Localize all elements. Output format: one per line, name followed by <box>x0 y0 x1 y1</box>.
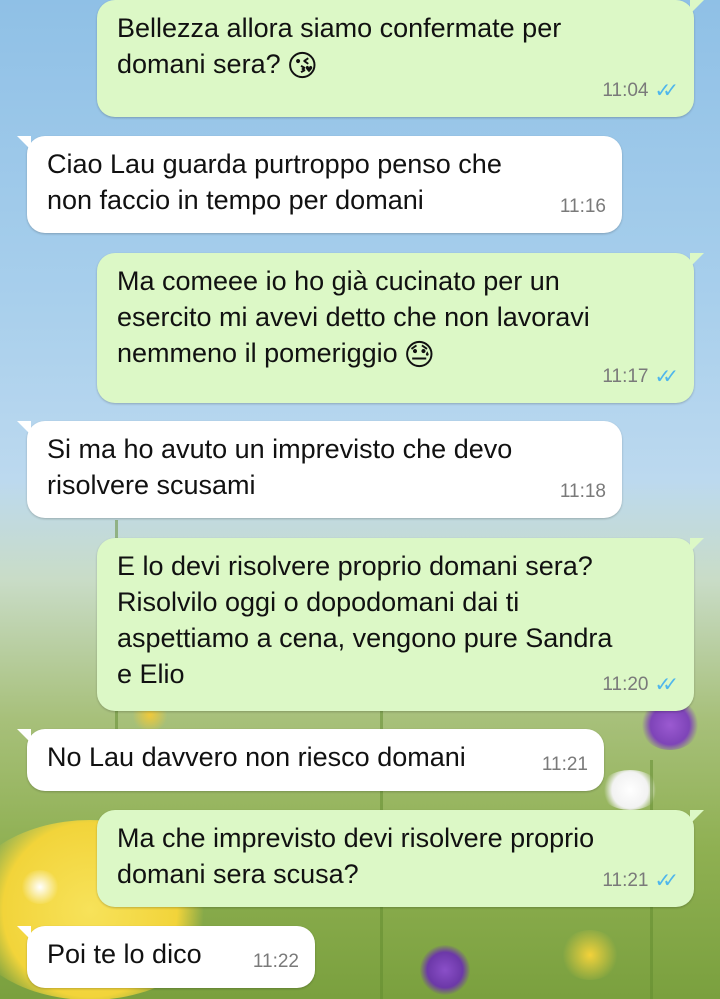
message-text: Ciao Lau guarda purtroppo penso che non … <box>47 149 502 215</box>
message-incoming[interactable]: Poi te lo dico 11:22 <box>17 926 315 988</box>
message-meta: 11:22 <box>253 944 299 980</box>
message-time: 11:18 <box>559 481 606 502</box>
message-time: 11:21 <box>541 754 588 775</box>
message-text: Bellezza allora siamo confermate per dom… <box>117 13 562 79</box>
message-outgoing[interactable]: E lo devi risolvere proprio domani sera?… <box>97 538 704 711</box>
double-check-icon: ✓✓ <box>654 80 678 102</box>
message-text: Si ma ho avuto un imprevisto che devo ri… <box>47 434 513 500</box>
message-text: No Lau davvero non riesco domani <box>47 742 466 772</box>
message-outgoing[interactable]: Bellezza allora siamo confermate per dom… <box>97 0 704 117</box>
message-meta: 11:20 ✓✓ <box>602 667 678 703</box>
message-incoming[interactable]: Ciao Lau guarda purtroppo penso che non … <box>17 136 622 233</box>
double-check-icon: ✓✓ <box>654 366 678 388</box>
message-time: 11:04 <box>602 80 649 101</box>
message-meta: 11:17 ✓✓ <box>602 359 678 395</box>
message-meta: 11:21 ✓✓ <box>602 863 678 899</box>
double-check-icon: ✓✓ <box>654 870 678 892</box>
message-outgoing[interactable]: Ma comeee io ho già cucinato per un eser… <box>97 253 704 403</box>
message-time: 11:22 <box>252 951 299 972</box>
message-text: Poi te lo dico <box>47 939 202 969</box>
message-time: 11:16 <box>559 196 606 217</box>
message-meta: 11:21 <box>542 747 588 783</box>
conversation: Bellezza allora siamo confermate per dom… <box>0 0 720 999</box>
message-meta: 11:16 <box>560 189 606 225</box>
double-check-icon: ✓✓ <box>654 674 678 696</box>
message-time: 11:17 <box>602 366 649 387</box>
message-text: Ma comeee io ho già cucinato per un eser… <box>117 266 590 368</box>
message-incoming[interactable]: Si ma ho avuto un imprevisto che devo ri… <box>17 421 622 518</box>
message-meta: 11:04 ✓✓ <box>602 73 678 109</box>
message-meta: 11:18 <box>560 474 606 510</box>
sweat-emoji-icon: 😓 <box>403 339 435 372</box>
message-time: 11:20 <box>602 674 649 695</box>
message-outgoing[interactable]: Ma che imprevisto devi risolvere proprio… <box>97 810 704 907</box>
message-text: Ma che imprevisto devi risolvere proprio… <box>117 823 595 889</box>
message-time: 11:21 <box>602 870 649 891</box>
message-incoming[interactable]: No Lau davvero non riesco domani 11:21 <box>17 729 604 791</box>
message-text: E lo devi risolvere proprio domani sera?… <box>117 551 613 689</box>
kiss-emoji-icon: 😘 <box>286 50 318 83</box>
